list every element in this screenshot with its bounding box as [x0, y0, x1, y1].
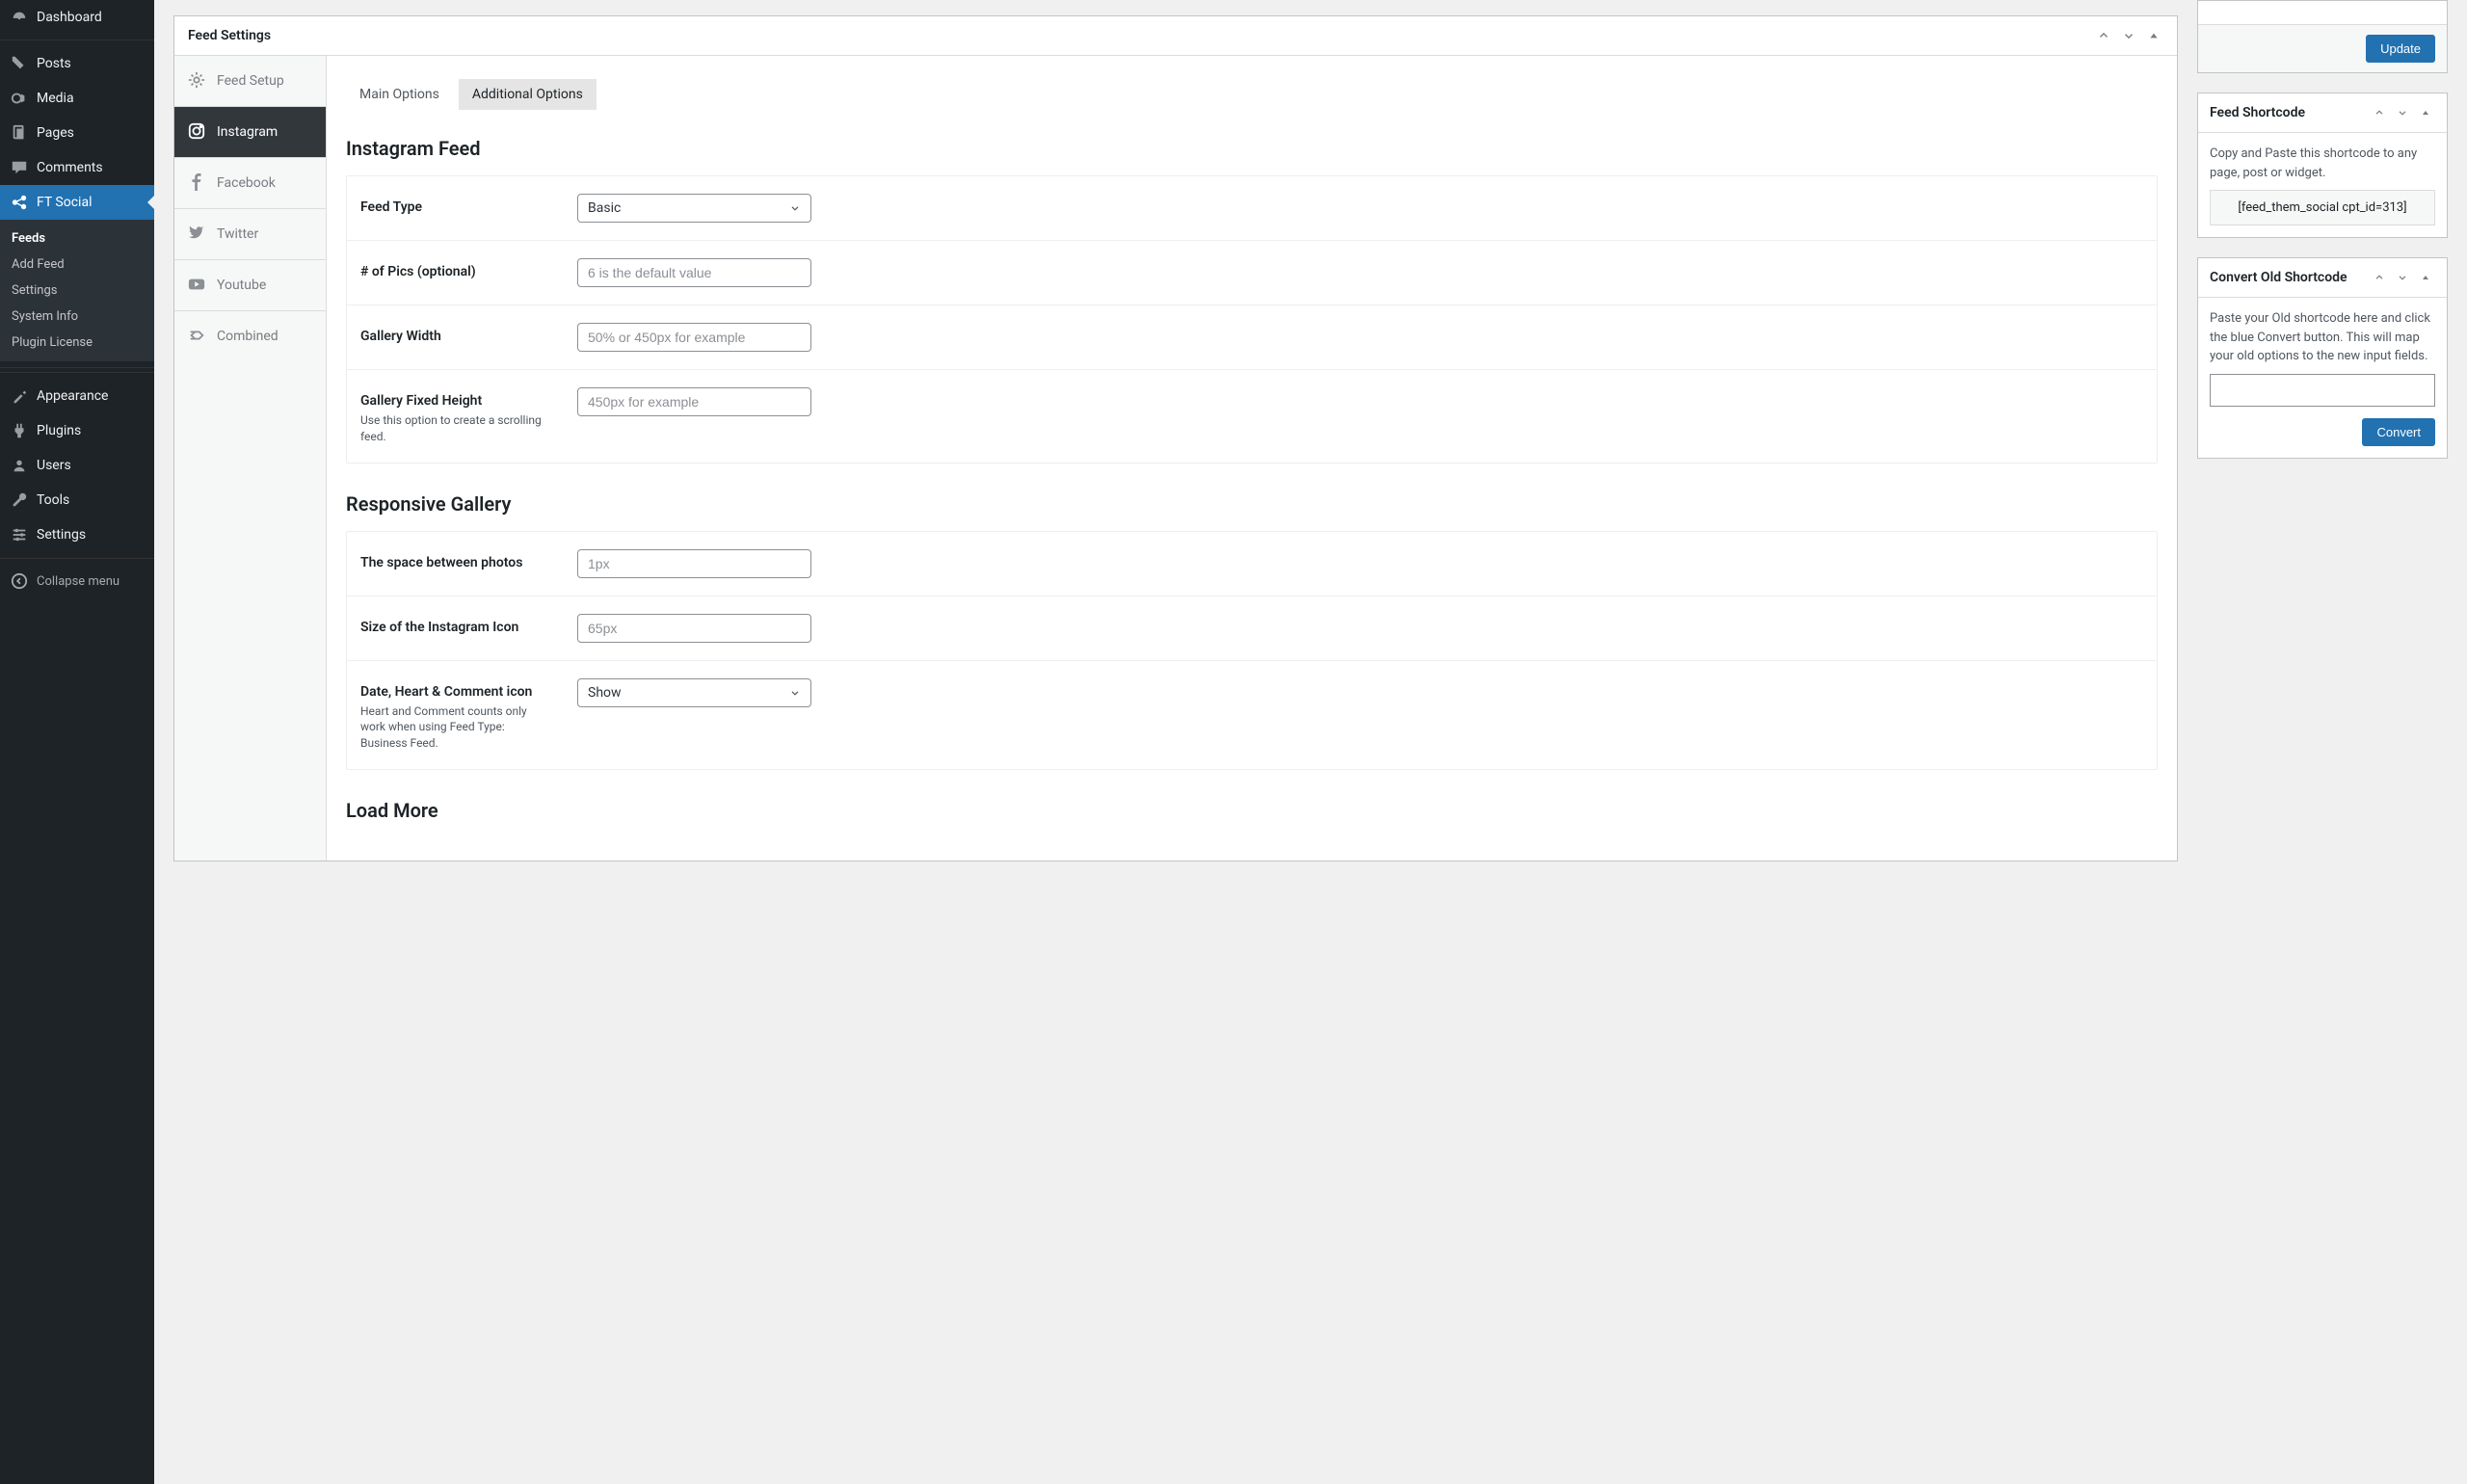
submenu-feeds[interactable]: Feeds — [0, 225, 154, 252]
input-pics[interactable] — [577, 258, 811, 287]
hint-dhc: Heart and Comment counts only work when … — [360, 703, 544, 752]
label-gallery-width: Gallery Width — [360, 323, 577, 344]
admin-sidebar: Dashboard Posts Media Pages Comments FT … — [0, 0, 154, 1484]
shortcode-desc: Copy and Paste this shortcode to any pag… — [2210, 145, 2435, 182]
label-icon-size: Size of the Instagram Icon — [360, 614, 577, 635]
submenu-plugin-license[interactable]: Plugin License — [0, 330, 154, 356]
tab-additional-options[interactable]: Additional Options — [459, 79, 597, 110]
convert-button[interactable]: Convert — [2362, 418, 2435, 446]
hint-gallery-height: Use this option to create a scrolling fe… — [360, 412, 544, 445]
panel-header: Feed Settings — [174, 16, 2177, 56]
menu-label: Settings — [37, 527, 86, 543]
box-up-icon[interactable] — [2370, 268, 2389, 287]
panel-title: Feed Settings — [188, 28, 271, 43]
menu-label: Media — [37, 91, 74, 106]
panel-up-icon[interactable] — [2094, 26, 2113, 45]
label-feed-type: Feed Type — [360, 194, 577, 215]
nav-label: Feed Setup — [217, 73, 284, 89]
panel-toggle-icon[interactable] — [2144, 26, 2163, 45]
chevron-down-icon — [789, 687, 801, 699]
nav-feed-setup[interactable]: Feed Setup — [174, 56, 326, 107]
nav-label: Instagram — [217, 124, 278, 140]
youtube-icon — [188, 276, 207, 295]
nav-label: Combined — [217, 329, 279, 344]
select-dhc[interactable]: Show — [577, 678, 811, 707]
nav-label: Twitter — [217, 226, 258, 242]
convert-input[interactable] — [2210, 374, 2435, 407]
menu-comments[interactable]: Comments — [0, 150, 154, 185]
label-space: The space between photos — [360, 549, 577, 570]
select-value: Show — [588, 685, 622, 701]
box-title: Feed Shortcode — [2210, 105, 2305, 120]
label-gallery-height: Gallery Fixed HeightUse this option to c… — [360, 387, 577, 445]
facebook-icon — [188, 173, 207, 193]
menu-label: Tools — [37, 492, 69, 508]
collapse-label: Collapse menu — [37, 574, 119, 589]
nav-instagram[interactable]: Instagram — [174, 107, 326, 158]
nav-facebook[interactable]: Facebook — [174, 158, 326, 209]
submenu-add-feed[interactable]: Add Feed — [0, 252, 154, 278]
shortcode-code[interactable]: [feed_them_social cpt_id=313] — [2210, 190, 2435, 225]
menu-pages[interactable]: Pages — [0, 116, 154, 150]
menu-label: Comments — [37, 160, 103, 175]
section-responsive-gallery: Responsive Gallery — [346, 492, 2158, 516]
box-up-icon[interactable] — [2370, 103, 2389, 122]
menu-posts[interactable]: Posts — [0, 46, 154, 81]
collapse-menu[interactable]: Collapse menu — [0, 564, 154, 598]
submenu-settings[interactable]: Settings — [0, 278, 154, 304]
twitter-icon — [188, 225, 207, 244]
menu-label: Dashboard — [37, 10, 102, 25]
submenu-system-info[interactable]: System Info — [0, 304, 154, 330]
label-pics: # of Pics (optional) — [360, 258, 577, 279]
menu-appearance[interactable]: Appearance — [0, 379, 154, 413]
panel-down-icon[interactable] — [2119, 26, 2138, 45]
section-instagram-feed: Instagram Feed — [346, 137, 2158, 160]
submenu: Feeds Add Feed Settings System Info Plug… — [0, 220, 154, 361]
menu-label: Users — [37, 458, 71, 473]
menu-media[interactable]: Media — [0, 81, 154, 116]
input-icon-size[interactable] — [577, 614, 811, 643]
convert-shortcode-box: Convert Old Shortcode Paste your Old sho… — [2197, 257, 2448, 459]
nav-label: Youtube — [217, 278, 266, 293]
nav-youtube[interactable]: Youtube — [174, 260, 326, 311]
gear-icon — [188, 71, 207, 91]
nav-twitter[interactable]: Twitter — [174, 209, 326, 260]
convert-desc: Paste your Old shortcode here and click … — [2210, 309, 2435, 366]
menu-label: Posts — [37, 56, 71, 71]
menu-label: Plugins — [37, 423, 81, 438]
settings-content: Main Options Additional Options Instagra… — [327, 56, 2177, 861]
input-space[interactable] — [577, 549, 811, 578]
menu-settings[interactable]: Settings — [0, 517, 154, 552]
menu-label: Pages — [37, 125, 74, 141]
section-load-more: Load More — [346, 799, 2158, 822]
chevron-down-icon — [789, 202, 801, 214]
combined-icon — [188, 327, 207, 346]
box-toggle-icon[interactable] — [2416, 103, 2435, 122]
menu-users[interactable]: Users — [0, 448, 154, 483]
box-toggle-icon[interactable] — [2416, 268, 2435, 287]
box-down-icon[interactable] — [2393, 268, 2412, 287]
feed-shortcode-box: Feed Shortcode Copy and Paste this short… — [2197, 93, 2448, 238]
tab-main-options[interactable]: Main Options — [346, 79, 453, 110]
menu-tools[interactable]: Tools — [0, 483, 154, 517]
box-title: Convert Old Shortcode — [2210, 270, 2348, 285]
menu-label: FT Social — [37, 195, 92, 210]
label-dhc: Date, Heart & Comment iconHeart and Comm… — [360, 678, 577, 752]
publish-box: Update — [2197, 0, 2448, 73]
box-down-icon[interactable] — [2393, 103, 2412, 122]
instagram-icon — [188, 122, 207, 142]
menu-plugins[interactable]: Plugins — [0, 413, 154, 448]
select-feed-type[interactable]: Basic — [577, 194, 811, 223]
update-button[interactable]: Update — [2366, 35, 2435, 63]
input-gallery-height[interactable] — [577, 387, 811, 416]
input-gallery-width[interactable] — [577, 323, 811, 352]
menu-dashboard[interactable]: Dashboard — [0, 0, 154, 35]
nav-combined[interactable]: Combined — [174, 311, 326, 361]
menu-ft-social[interactable]: FT Social — [0, 185, 154, 220]
menu-label: Appearance — [37, 388, 108, 404]
feed-nav: Feed Setup Instagram Facebook Twitter Yo… — [174, 56, 327, 861]
select-value: Basic — [588, 200, 621, 216]
feed-settings-panel: Feed Settings Feed Setup Instagram Faceb… — [173, 15, 2178, 861]
nav-label: Facebook — [217, 175, 276, 191]
